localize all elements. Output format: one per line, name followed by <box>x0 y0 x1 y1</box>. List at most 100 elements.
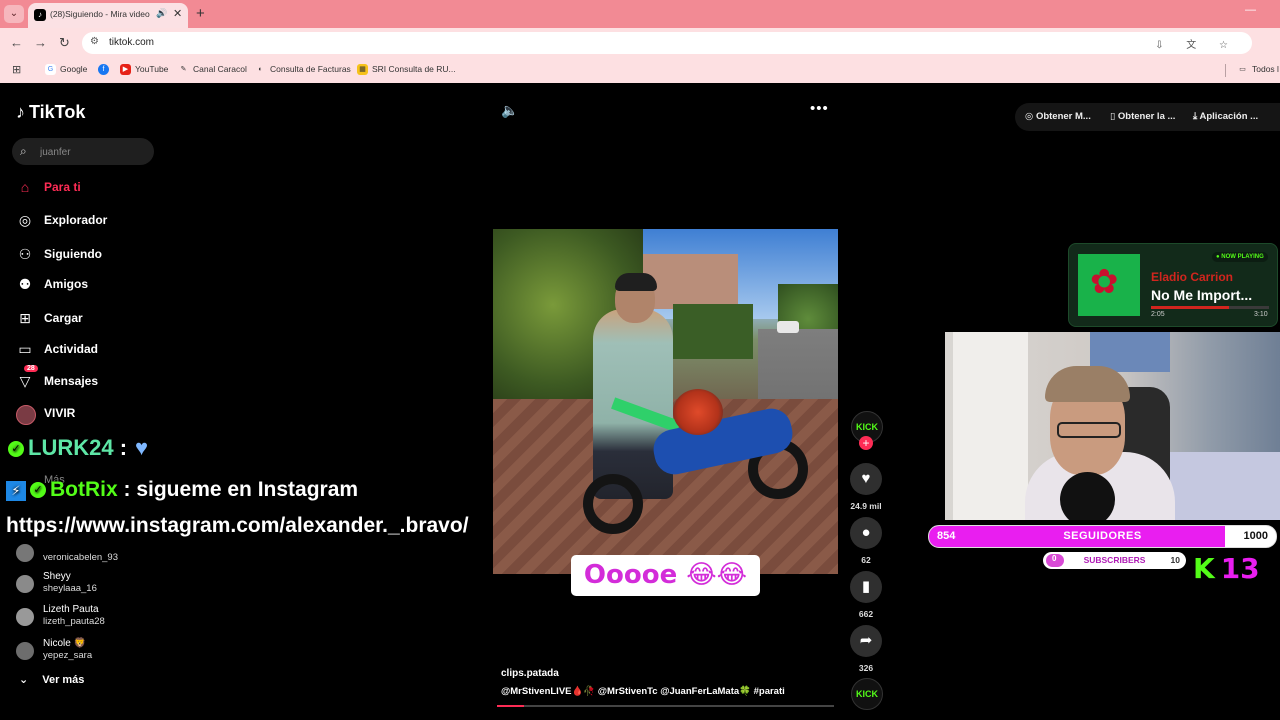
chat-message: ⚡ ✓ BotRix : sigueme en Instagram <box>6 478 358 502</box>
like-button[interactable]: ♥ <box>850 463 882 495</box>
avatar <box>16 642 34 660</box>
top-actions-bar: ◎ Obtener M... ▯ Obtener la ... ⤓ Aplica… <box>1015 103 1280 131</box>
window-minimize-icon[interactable]: — <box>1245 4 1256 16</box>
tiktok-logo[interactable]: ♪ TikTok <box>16 102 85 123</box>
microphone-icon <box>1060 472 1115 520</box>
upload-icon: ⊞ <box>19 310 31 326</box>
coin-icon: ◎ <box>1025 111 1036 122</box>
subscriber-goal-bar: 0 SUBSCRIBERS 10 <box>1043 552 1186 569</box>
more-options-icon[interactable]: ••• <box>810 100 829 117</box>
gem-heart-icon: ♥ <box>135 435 149 460</box>
tiktok-note-icon: ♪ <box>16 102 25 122</box>
now-playing-widget: ✿ ● NOW PLAYING Eladio Carrion No Me Imp… <box>1068 243 1278 327</box>
tab-close-icon[interactable]: ✕ <box>173 7 182 20</box>
bookmark-canal-caracol[interactable]: ✎ Canal Caracol <box>178 64 247 76</box>
following-icon: ⚇ <box>18 246 32 262</box>
desktop-app-button[interactable]: ⤓ Aplicación ... <box>1193 111 1258 122</box>
sound-avatar[interactable]: KICK <box>851 678 883 710</box>
heart-icon: ♥ <box>861 470 871 487</box>
tab-audio-icon[interactable]: 🔊 <box>156 8 167 19</box>
bookmark-icon: ▮ <box>861 578 871 595</box>
bookmarks-bar: ⊞ G Google f ▶ YouTube ✎ Canal Caracol ◐ Con… <box>0 58 1280 83</box>
search-input[interactable] <box>38 142 152 162</box>
messages-badge: 28 <box>24 365 38 372</box>
follower-goal-label: SEGUIDORES <box>1063 530 1142 542</box>
kick-k-logo: K <box>1193 552 1215 585</box>
tiktok-favicon-icon: ♪ <box>34 9 46 21</box>
folder-icon: ▭ <box>1237 64 1248 76</box>
video-description[interactable]: @MrStivenLIVE🩸🥀 @MrStivenTc @JuanFerLaMa… <box>501 686 785 697</box>
roses-icon: ✿ <box>1090 263 1119 301</box>
chevron-down-icon: ⌄ <box>19 674 29 686</box>
chat-message: ✓ LURK24 : ♥ <box>8 435 148 461</box>
track-progress-bar <box>1151 306 1269 309</box>
friends-icon: ⚉ <box>18 276 32 292</box>
like-count: 24.9 mil <box>850 501 882 511</box>
youtube-icon: ▶ <box>120 64 131 76</box>
chat-link-text: https://www.instagram.com/alexander._.br… <box>6 514 469 537</box>
bot-icon: ⚡ <box>6 481 26 501</box>
url-field[interactable]: ⚙ tiktok.com ⇩ 文 ☆ <box>82 32 1252 54</box>
video-progress-fill <box>497 705 524 707</box>
bookmark-facebook[interactable]: f <box>98 64 113 76</box>
back-icon[interactable]: ← <box>10 35 23 50</box>
kick-count: 13 <box>1220 552 1260 585</box>
volume-icon[interactable]: 🔈 <box>501 102 518 119</box>
live-icon <box>16 405 36 425</box>
follower-goal-max: 1000 <box>1243 530 1268 542</box>
webcam-feed <box>945 332 1280 520</box>
get-coins-button[interactable]: ◎ Obtener M... <box>1025 111 1091 122</box>
apps-grid-icon[interactable]: ⊞ <box>12 63 21 76</box>
site-info-icon[interactable]: ⚙ <box>90 36 99 47</box>
track-title: No Me Import... <box>1151 287 1253 303</box>
comment-button[interactable]: ● <box>850 517 882 549</box>
save-count: 662 <box>858 609 874 619</box>
tab-title: (28)Siguiendo - Mira videos <box>50 9 150 19</box>
chat-username: BotRix <box>50 478 118 501</box>
bookmark-youtube[interactable]: ▶ YouTube <box>120 64 168 76</box>
new-tab-icon[interactable]: + <box>196 5 205 22</box>
now-playing-label: ● NOW PLAYING <box>1212 252 1268 262</box>
avatar <box>16 544 34 562</box>
verified-check-icon: ✓ <box>30 482 46 498</box>
forward-icon[interactable]: → <box>34 35 47 50</box>
bookmark-sri[interactable]: ▦ SRI Consulta de RU... <box>357 64 456 76</box>
video-author[interactable]: clips.patada <box>501 668 559 679</box>
chat-text: : sigueme en Instagram <box>123 478 359 501</box>
track-progress-fill <box>1151 306 1229 309</box>
save-button[interactable]: ▮ <box>850 571 882 603</box>
track-duration: 3:10 <box>1254 311 1268 318</box>
reload-icon[interactable]: ↻ <box>59 35 70 51</box>
search-box[interactable]: ⌕ <box>12 138 154 165</box>
see-more-button[interactable]: ⌄ Ver más <box>19 673 98 686</box>
follow-plus-icon[interactable]: + <box>859 436 873 450</box>
browser-tab[interactable]: ♪ (28)Siguiendo - Mira videos 🔊 ✕ <box>28 3 188 28</box>
share-button[interactable]: ➦ <box>850 625 882 657</box>
share-count: 326 <box>858 663 874 673</box>
tab-search-icon[interactable]: ⌄ <box>4 5 24 23</box>
verified-check-icon: ✓ <box>8 441 24 457</box>
google-icon: G <box>45 64 56 76</box>
home-icon: ⌂ <box>20 179 30 195</box>
video-progress-bar[interactable] <box>497 705 834 707</box>
all-bookmarks[interactable]: ▭ Todos l <box>1237 64 1279 76</box>
track-elapsed: 2:05 <box>1151 311 1165 318</box>
url-actions-icons[interactable]: ⇩ 文 ☆ <box>1155 36 1238 51</box>
avatar <box>16 575 34 593</box>
phone-icon: ▯ <box>1110 111 1118 122</box>
url-text: tiktok.com <box>109 37 155 48</box>
address-bar: ← → ↻ ⚙ tiktok.com ⇩ 文 ☆ ☰ <box>0 28 1280 77</box>
get-app-button[interactable]: ▯ Obtener la ... <box>1110 111 1175 122</box>
facebook-icon: f <box>98 64 109 76</box>
search-icon[interactable]: ⌕ <box>20 144 27 159</box>
bookmark-consulta-facturas[interactable]: ◐ Consulta de Facturas <box>255 64 351 76</box>
caracol-icon: ✎ <box>178 64 189 76</box>
globe-icon: ◐ <box>255 64 266 76</box>
bookmark-google[interactable]: G Google <box>45 64 87 76</box>
video-player[interactable] <box>493 229 838 574</box>
activity-icon: ▭ <box>18 341 32 357</box>
chat-username: LURK24 <box>28 435 114 460</box>
kick-counter: K 13 <box>1193 552 1260 585</box>
share-icon: ➦ <box>859 632 873 649</box>
video-caption-overlay: Ooooe 😂😂 <box>571 555 760 596</box>
